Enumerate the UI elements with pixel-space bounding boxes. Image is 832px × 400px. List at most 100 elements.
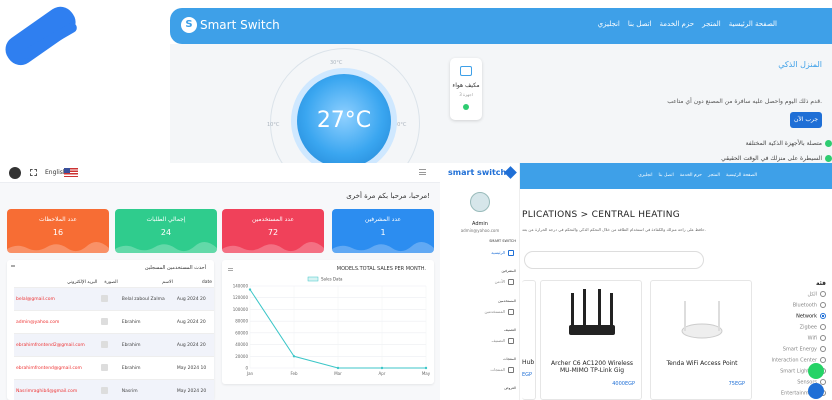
dial-tick: 10°C (267, 122, 280, 128)
nav-link-home[interactable]: الصفحة الرئيسية (729, 20, 777, 28)
y-tick-label: 20000 (235, 354, 248, 359)
radio-icon[interactable] (820, 313, 826, 319)
radio-icon[interactable] (820, 302, 826, 308)
table-row[interactable]: ebrahimfrontend2@gmail.com Ebrahim Aug 2… (14, 333, 214, 357)
nav-link-packages[interactable]: حزم الخدمة (660, 20, 695, 28)
nav-link-language[interactable]: انجليزي (598, 20, 620, 28)
nav-link-home[interactable]: الصفحة الرئيسية (726, 173, 757, 178)
try-now-button[interactable]: جرب الآن (790, 112, 822, 128)
stat-value: 72 (267, 228, 279, 237)
nav-link-contact[interactable]: اتصل بنا (628, 20, 652, 28)
user-date: May 2024 10 (174, 356, 214, 380)
table-row[interactable]: ebrahimfrontend@gmail.com Ebrahim May 20… (14, 356, 214, 380)
image-icon (101, 386, 109, 394)
tv-icon (460, 66, 472, 76)
sidebar-brand[interactable]: smart switch (448, 168, 506, 177)
user-name: Belal zaboul Zalma (119, 287, 175, 311)
product-card[interactable]: Archer C6 AC1200 Wireless MU-MIMO TP-Lin… (540, 280, 642, 400)
recent-users-panel: أحدث المستخدمين المسجلين البريد الإلكترو… (7, 260, 214, 400)
product-price: 75EGP (728, 381, 745, 387)
stat-card-admins[interactable]: عدد المشرفين 1 (332, 209, 434, 253)
user-name: Ebrahim (119, 333, 175, 357)
feature-text: السيطرة على منزلك في الوقت الحقيقي (721, 155, 822, 162)
brand-name[interactable]: Smart Switch (200, 18, 280, 32)
product-name: Tenda WiFi Access Point (666, 360, 738, 367)
hero-title: المنزل الذكي (778, 60, 822, 69)
top-nav-links: الصفحة الرئيسية المتجر حزم الخدمة اتصل ب… (598, 20, 777, 28)
data-point (248, 288, 252, 291)
brand-logo-icon[interactable]: S (181, 17, 197, 33)
filter-option[interactable]: Bluetooth (793, 302, 826, 309)
sidebar-item-products[interactable]: المنتجات (440, 367, 514, 373)
stat-card-orders[interactable]: إجمالي الطلبات 24 (115, 209, 217, 253)
table-row[interactable]: admin@yahoo.com Ebrahim Aug 2024 20 (14, 310, 214, 334)
dial-tick: 30°C (330, 60, 343, 66)
x-tick-label: Mar (334, 371, 342, 376)
filter-option[interactable]: Smart Energy (783, 346, 826, 353)
radio-icon[interactable] (820, 291, 826, 297)
router-image (569, 289, 615, 335)
x-tick-label: Jan (246, 371, 254, 376)
temperature-readout: 27°C (316, 108, 372, 133)
stat-card-users[interactable]: عدد المستخدمين 72 (222, 209, 324, 253)
search-input[interactable] (524, 251, 704, 269)
air-conditioner-card[interactable]: مكيف هواء 3 اجهزة (450, 58, 482, 120)
avatar[interactable] (470, 192, 490, 212)
y-tick-label: 0 (245, 366, 248, 371)
sidebar-item-admins[interactable]: الأدمن (440, 279, 514, 285)
phone-icon[interactable] (808, 383, 824, 399)
table-row[interactable]: Nasrimraghib4@gmail.com Nasrim May 2024 … (14, 379, 214, 400)
y-tick-label: 100000 (233, 307, 249, 312)
menu-icon[interactable] (419, 169, 426, 175)
whatsapp-icon[interactable] (808, 363, 824, 379)
user-email: ebrahimfrontend2@gmail.com (14, 333, 100, 357)
nav-link-store[interactable]: المتجر (702, 20, 721, 28)
filter-option[interactable]: Wifi (808, 335, 826, 342)
avatar[interactable] (9, 167, 21, 179)
image-icon (101, 317, 109, 325)
radio-icon[interactable] (820, 324, 826, 330)
user-date: May 2024 20 (174, 379, 214, 400)
filter-option[interactable]: Network (796, 313, 826, 320)
filter-label: Wifi (807, 335, 817, 342)
filter-label: Smart Energy (782, 346, 817, 353)
user-photo (99, 287, 120, 311)
sidebar-item-label: التصنيف (491, 338, 505, 343)
product-card[interactable]: Tenda WiFi Access Point 75EGP (650, 280, 752, 400)
logo-stripe (0, 1, 82, 71)
sales-line-chart: 0 20000 40000 60000 80000 100000 120000 140000 J… (233, 277, 431, 377)
user-email: admin@yahoo.com (14, 310, 100, 334)
us-flag-icon[interactable] (64, 168, 78, 177)
access-point-image (681, 301, 723, 339)
nav-link-language[interactable]: انجليزي (638, 173, 652, 178)
hero-description: قدم ذلك اليوم واحصل عليه سافرة من المصنع… (667, 98, 822, 105)
radio-icon[interactable] (820, 335, 826, 341)
nav-link-contact[interactable]: اتصل بنا (659, 173, 674, 178)
sidebar-item-users[interactable]: المستخدمين (440, 309, 514, 315)
nav-link-packages[interactable]: حزم الخدمة (680, 173, 702, 178)
dial-tick: 30°C (394, 122, 407, 128)
x-tick-label: Feb (290, 371, 298, 376)
sidebar-item-home[interactable]: الرئيسية (440, 250, 514, 256)
user-email: Nasrimraghib4@gmail.com (14, 379, 100, 400)
radio-icon[interactable] (820, 346, 826, 352)
table-row[interactable]: belal@gmail.com Belal zaboul Zalma Aug 2… (14, 287, 214, 311)
filter-option[interactable]: الكل (808, 291, 826, 298)
user-icon (508, 279, 514, 285)
sidebar-section: المستخدمين (498, 299, 516, 303)
y-tick-label: 140000 (233, 284, 249, 289)
admin-name: Admin (472, 221, 488, 227)
radio-icon[interactable] (820, 357, 826, 363)
panel-title: أحدث المستخدمين المسجلين (144, 265, 206, 271)
image-icon (101, 363, 109, 371)
sidebar-item-categories[interactable]: التصنيف (440, 338, 514, 344)
check-icon (825, 155, 832, 162)
sidebar-item-label: المنتجات (490, 367, 505, 372)
menu-icon[interactable] (11, 265, 15, 267)
fullscreen-icon[interactable] (30, 169, 37, 176)
nav-link-store[interactable]: المتجر (708, 173, 720, 178)
column-header: الاسم (119, 278, 175, 288)
filter-option[interactable]: Zigbee (800, 324, 826, 331)
product-card[interactable] (522, 280, 536, 400)
stat-card-feedback[interactable]: عدد الملاحظات 16 (7, 209, 109, 253)
